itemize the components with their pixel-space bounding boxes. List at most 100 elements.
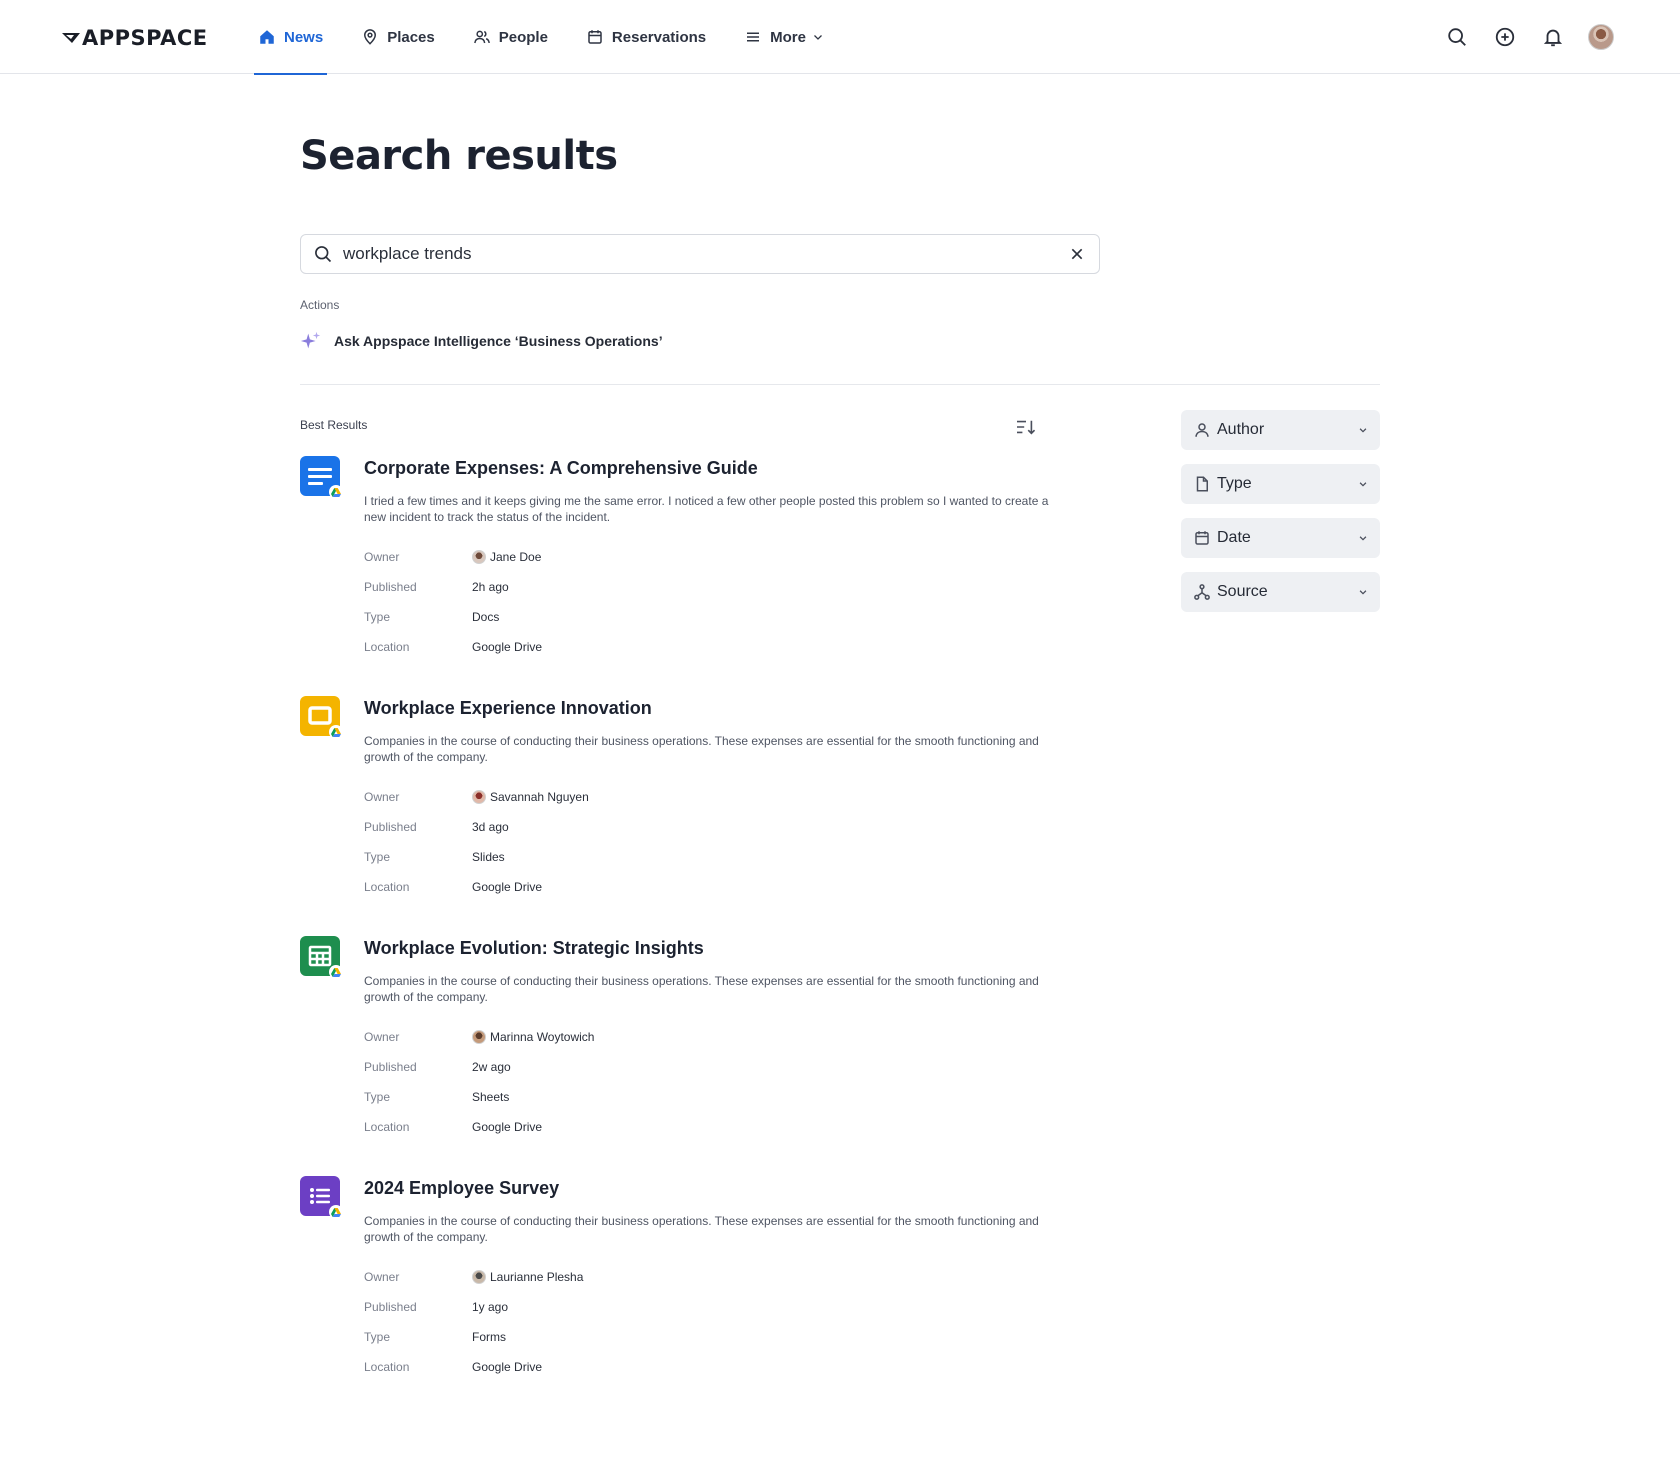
avatar — [472, 1270, 486, 1284]
home-icon — [260, 30, 274, 44]
menu-icon — [747, 32, 760, 42]
forms-icon — [300, 1176, 343, 1219]
avatar — [472, 790, 486, 804]
type-label: Type — [364, 1330, 391, 1344]
nav-item-news[interactable]: News — [254, 0, 328, 75]
result-title[interactable]: Corporate Expenses: A Comprehensive Guid… — [364, 458, 758, 479]
clear-search-button[interactable] — [1067, 244, 1087, 264]
nav-item-label: Places — [387, 28, 435, 46]
location-label: Location — [364, 1120, 410, 1134]
chevron-down-icon — [1359, 590, 1367, 595]
owner-label: Owner — [364, 550, 400, 564]
avatar — [1588, 24, 1614, 50]
filter-type[interactable]: Type — [1181, 464, 1380, 504]
nav-item-people[interactable]: People — [469, 0, 552, 74]
result-item: Workplace Experience Innovation Companie… — [300, 696, 1040, 936]
location-label: Location — [364, 880, 410, 894]
ask-intelligence-label: Ask Appspace Intelligence ‘Business Oper… — [334, 333, 663, 349]
calendar-icon — [588, 30, 602, 44]
google-drive-icon — [329, 1205, 343, 1219]
appspace-logo[interactable]: APPSPACE — [62, 26, 208, 50]
type-label: Type — [364, 610, 391, 624]
result-description: Companies in the course of conducting th… — [364, 974, 1039, 1004]
filter-source[interactable]: Source — [1181, 572, 1380, 612]
page-title: Search results — [300, 133, 618, 179]
search-button[interactable] — [1442, 22, 1472, 52]
add-circle-icon — [1495, 27, 1515, 47]
filter-label: Source — [1217, 583, 1268, 600]
brand-name: APPSPACE — [82, 26, 208, 50]
docs-icon — [300, 456, 343, 499]
result-item: Corporate Expenses: A Comprehensive Guid… — [300, 456, 1048, 696]
search-field[interactable] — [300, 234, 1100, 274]
type-value: Forms — [472, 1330, 506, 1344]
best-results-label: Best Results — [300, 418, 368, 432]
published-value: 3d ago — [472, 820, 509, 834]
filter-label: Type — [1217, 475, 1252, 492]
owner-label: Owner — [364, 1030, 400, 1044]
google-drive-icon — [329, 965, 343, 979]
sort-button[interactable] — [1014, 416, 1038, 438]
chevron-down-icon — [1359, 428, 1367, 433]
nav-item-reservations[interactable]: Reservations — [582, 0, 710, 74]
location-value: Google Drive — [472, 1360, 543, 1374]
nav-item-more[interactable]: More — [740, 0, 828, 74]
avatar — [472, 550, 486, 564]
person-icon — [1195, 423, 1209, 437]
ask-intelligence-action[interactable]: Ask Appspace Intelligence ‘Business Oper… — [300, 330, 663, 352]
location-value: Google Drive — [472, 880, 543, 894]
published-value: 2h ago — [472, 580, 509, 594]
chevron-down-icon — [1359, 536, 1367, 541]
actions-label: Actions — [300, 298, 340, 312]
file-icon — [1196, 476, 1208, 492]
nav-item-label: News — [284, 28, 324, 46]
type-value: Sheets — [472, 1090, 510, 1104]
results-list: Corporate Expenses: A Comprehensive Guid… — [300, 456, 1048, 1416]
nav-item-places[interactable]: Places — [357, 0, 439, 74]
owner-label: Owner — [364, 790, 400, 804]
result-description: Companies in the course of conducting th… — [364, 734, 1039, 764]
search-input[interactable] — [343, 244, 1067, 264]
people-icon — [473, 30, 490, 44]
published-label: Published — [364, 1060, 417, 1074]
bell-icon — [1543, 29, 1563, 47]
avatar — [472, 1030, 486, 1044]
published-label: Published — [364, 820, 417, 834]
create-button[interactable] — [1490, 22, 1520, 52]
result-title[interactable]: 2024 Employee Survey — [364, 1178, 559, 1199]
location-pin-icon — [364, 29, 377, 45]
user-menu-button[interactable] — [1586, 22, 1616, 52]
header-actions — [1424, 22, 1616, 52]
google-drive-icon — [329, 485, 343, 499]
slides-icon — [300, 696, 343, 739]
notifications-button[interactable] — [1538, 22, 1568, 52]
owner-label: Owner — [364, 1270, 400, 1284]
result-title[interactable]: Workplace Experience Innovation — [364, 698, 652, 719]
sparkle-icon — [300, 331, 321, 349]
location-value: Google Drive — [472, 1120, 543, 1134]
location-label: Location — [364, 1360, 410, 1374]
type-label: Type — [364, 1090, 391, 1104]
filter-author[interactable]: Author — [1181, 410, 1380, 450]
result-metadata: Owner Marinna Woytowich Published 2w ago T… — [364, 1022, 594, 1142]
result-metadata: Owner Jane Doe Published 2h ago Type Docs L… — [364, 542, 542, 662]
filter-date[interactable]: Date — [1181, 518, 1380, 558]
chevron-down-icon — [814, 35, 822, 40]
location-value: Google Drive — [472, 640, 543, 654]
filter-label: Date — [1217, 529, 1251, 546]
search-icon — [313, 244, 333, 264]
owner-name: Marinna Woytowich — [490, 1030, 595, 1044]
type-value: Slides — [472, 850, 505, 864]
result-description: I tried a few times and it keeps giving … — [364, 494, 1049, 524]
result-title[interactable]: Workplace Evolution: Strategic Insights — [364, 938, 704, 959]
owner-name: Savannah Nguyen — [490, 790, 589, 804]
result-item: Workplace Evolution: Strategic Insights … — [300, 936, 1040, 1176]
type-label: Type — [364, 850, 391, 864]
filters-panel: Author Type Date Source — [1181, 410, 1380, 626]
published-value: 1y ago — [472, 1300, 509, 1314]
google-drive-icon — [329, 725, 343, 739]
type-value: Docs — [472, 610, 500, 624]
owner-name: Jane Doe — [490, 550, 542, 564]
chevron-down-icon — [1359, 482, 1367, 487]
published-value: 2w ago — [472, 1060, 511, 1074]
